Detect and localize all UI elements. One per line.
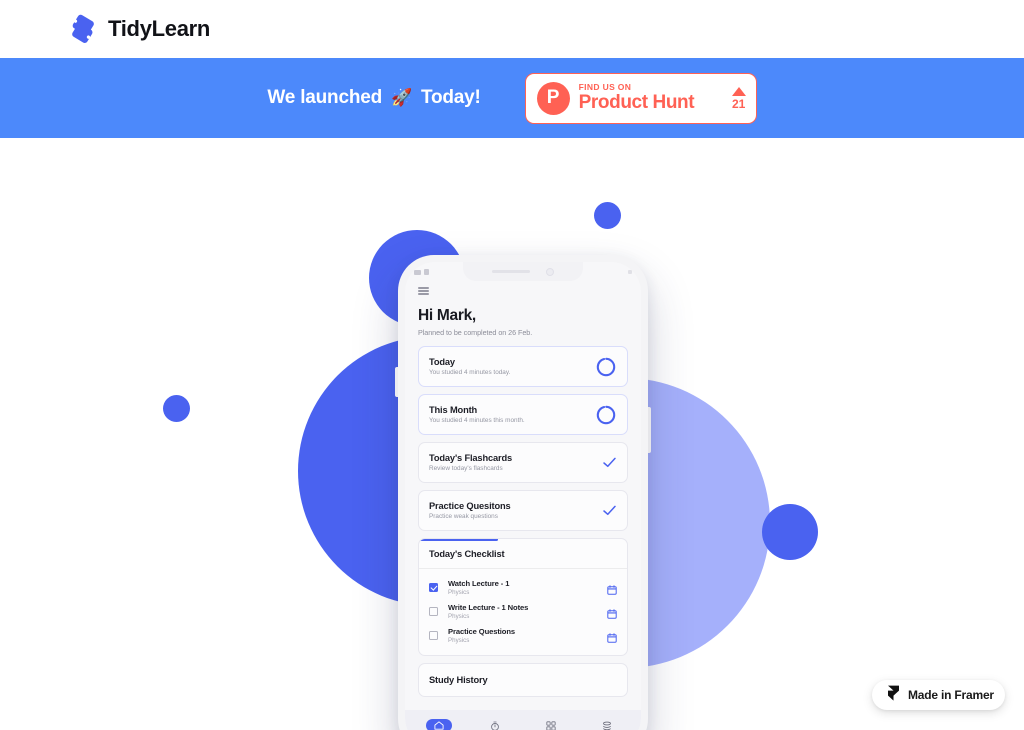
product-hunt-logo-icon bbox=[536, 81, 570, 115]
checklist-rows: Watch Lecture - 1 Physics Write Lecture … bbox=[419, 569, 627, 655]
check-mark-icon bbox=[602, 504, 617, 517]
todays-checklist-card: Today's Checklist Watch Lecture - 1 Phys… bbox=[418, 538, 628, 656]
phone-mockup: Hi Mark, Planned to be completed on 26 F… bbox=[395, 255, 651, 730]
checklist-item[interactable]: Practice Questions Physics bbox=[429, 623, 617, 647]
made-in-framer-badge[interactable]: Made in Framer bbox=[872, 680, 1005, 710]
app-content: Hi Mark, Planned to be completed on 26 F… bbox=[405, 281, 641, 730]
checkbox-checked[interactable] bbox=[429, 582, 438, 592]
tab-tool-kit[interactable]: Tool Kit bbox=[584, 719, 630, 730]
card-title: Today bbox=[429, 356, 455, 367]
checklist-item-title: Practice Questions bbox=[448, 626, 515, 636]
progress-ring-icon bbox=[595, 404, 617, 426]
card-title: Today's Flashcards bbox=[429, 452, 513, 463]
banner-text-before: We launched bbox=[267, 87, 382, 108]
earpiece-speaker bbox=[492, 270, 530, 273]
hero-section: Hi Mark, Planned to be completed on 26 F… bbox=[0, 138, 1024, 730]
small-bottom-right-circle bbox=[762, 504, 818, 560]
product-hunt-badge[interactable]: FIND US ON Product Hunt 21 bbox=[524, 72, 757, 124]
checkbox-unchecked[interactable] bbox=[429, 606, 438, 616]
small-top-circle bbox=[594, 202, 621, 229]
card-texts: Today You studied 4 minutes today. bbox=[429, 357, 510, 377]
timer-icon bbox=[482, 719, 508, 730]
checkbox-unchecked[interactable] bbox=[429, 630, 438, 640]
product-hunt-vote-count: 21 bbox=[731, 96, 746, 111]
tab-home[interactable]: Home bbox=[416, 719, 462, 730]
tidylearn-logo-icon bbox=[68, 13, 96, 45]
checklist-item[interactable]: Write Lecture - 1 Notes Physics bbox=[429, 599, 617, 623]
calendar-icon[interactable] bbox=[607, 630, 617, 643]
banner-message: We launched 🚀 Today! bbox=[267, 87, 480, 109]
top-navbar: TidyLearn bbox=[0, 0, 1024, 58]
library-grid-icon bbox=[538, 719, 564, 730]
phone-screen: Hi Mark, Planned to be completed on 26 F… bbox=[405, 262, 641, 730]
brand-logo-link[interactable]: TidyLearn bbox=[68, 13, 210, 45]
menu-icon[interactable] bbox=[418, 287, 429, 295]
page-root: TidyLearn We launched 🚀 Today! FIND US O… bbox=[0, 0, 1024, 730]
card-subtitle: You studied 4 minutes today. bbox=[429, 369, 511, 377]
study-history-card[interactable]: Study History bbox=[418, 663, 628, 697]
phone-power-button bbox=[648, 407, 651, 453]
card-texts: Today's Flashcards Review today's flashc… bbox=[429, 453, 512, 473]
tab-timer[interactable]: Timer bbox=[472, 719, 518, 730]
checklist-item[interactable]: Watch Lecture - 1 Physics bbox=[429, 575, 617, 599]
action-card-flashcards[interactable]: Today's Flashcards Review today's flashc… bbox=[418, 442, 628, 483]
calendar-icon[interactable] bbox=[607, 582, 617, 595]
greeting-subtitle: Planned to be completed on 26 Feb. bbox=[418, 328, 533, 337]
signal-icon bbox=[414, 269, 421, 275]
checklist-item-title: Write Lecture - 1 Notes bbox=[448, 602, 529, 612]
checklist-item-subject: Physics bbox=[448, 612, 470, 620]
card-texts: This Month You studied 4 minutes this mo… bbox=[429, 405, 525, 425]
card-title: Practice Quesitons bbox=[429, 500, 511, 511]
bottom-tab-bar: Home Timer bbox=[405, 710, 641, 730]
product-hunt-vote-block[interactable]: 21 bbox=[726, 86, 746, 111]
checklist-accent-bar bbox=[419, 539, 498, 541]
checklist-item-subject: Physics bbox=[448, 588, 470, 596]
home-icon bbox=[426, 719, 452, 730]
launch-banner: We launched 🚀 Today! FIND US ON Product … bbox=[0, 58, 1024, 138]
product-hunt-texts: FIND US ON Product Hunt bbox=[578, 81, 717, 114]
greeting-title: Hi Mark, bbox=[418, 307, 476, 324]
product-hunt-kicker: FIND US ON bbox=[578, 81, 632, 92]
framer-label: Made in Framer bbox=[908, 688, 994, 702]
progress-ring-icon bbox=[595, 356, 617, 378]
study-history-heading: Study History bbox=[429, 675, 488, 685]
small-left-circle bbox=[163, 395, 190, 422]
checklist-item-subject: Physics bbox=[448, 636, 470, 644]
phone-notch bbox=[463, 262, 583, 281]
card-title: This Month bbox=[429, 404, 478, 415]
rocket-icon: 🚀 bbox=[391, 88, 412, 107]
framer-logo-icon bbox=[887, 685, 900, 706]
card-subtitle: You studied 4 minutes this month. bbox=[429, 417, 525, 425]
battery-icon bbox=[424, 269, 429, 275]
card-texts: Practice Quesitons Practice weak questio… bbox=[429, 501, 511, 521]
checklist-item-texts: Watch Lecture - 1 Physics bbox=[448, 579, 597, 596]
stat-card-this-month[interactable]: This Month You studied 4 minutes this mo… bbox=[418, 394, 628, 435]
checklist-heading: Today's Checklist bbox=[419, 539, 627, 569]
toolkit-layers-icon bbox=[594, 719, 620, 730]
card-subtitle: Review today's flashcards bbox=[429, 465, 503, 473]
banner-text-after: Today! bbox=[420, 87, 481, 108]
checklist-item-texts: Write Lecture - 1 Notes Physics bbox=[448, 603, 597, 620]
card-subtitle: Practice weak questions bbox=[429, 513, 498, 521]
product-hunt-title: Product Hunt bbox=[578, 92, 695, 114]
action-card-practice-questions[interactable]: Practice Quesitons Practice weak questio… bbox=[418, 490, 628, 531]
phone-volume-button bbox=[395, 367, 398, 397]
calendar-icon[interactable] bbox=[607, 606, 617, 619]
tab-library[interactable]: Library bbox=[528, 719, 574, 730]
brand-name: TidyLearn bbox=[108, 16, 211, 41]
checklist-item-texts: Practice Questions Physics bbox=[448, 627, 597, 644]
stat-card-today[interactable]: Today You studied 4 minutes today. bbox=[418, 346, 628, 387]
upvote-caret-icon bbox=[731, 86, 746, 96]
checklist-item-title: Watch Lecture - 1 bbox=[448, 578, 510, 588]
status-right-icon bbox=[628, 270, 632, 274]
check-mark-icon bbox=[602, 456, 617, 469]
front-camera-icon bbox=[546, 267, 554, 276]
